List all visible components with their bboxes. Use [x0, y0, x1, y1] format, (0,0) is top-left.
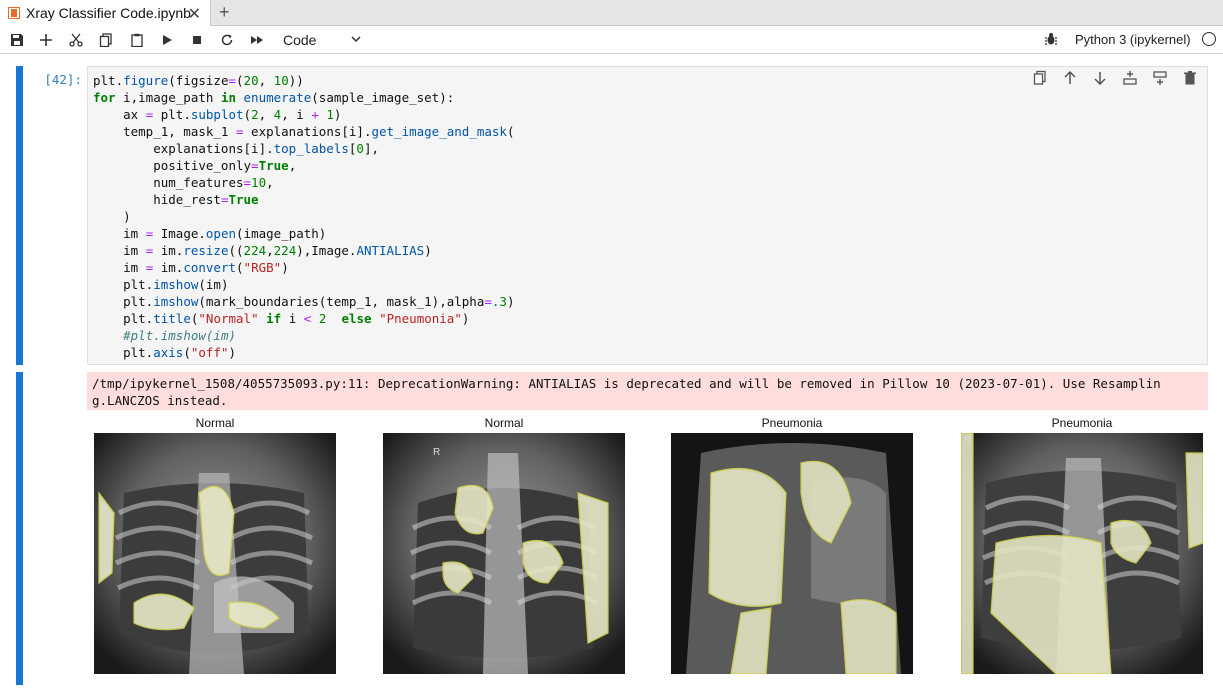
- xray-graphic: R: [94, 433, 336, 674]
- xray-image: R: [961, 433, 1203, 674]
- xray-image: R: [94, 433, 336, 674]
- save-icon: [11, 34, 23, 46]
- trash-icon: [1184, 71, 1196, 85]
- cell-type-select[interactable]: Code: [283, 30, 363, 50]
- image-marker: R: [964, 435, 971, 446]
- bug-icon[interactable]: [1044, 32, 1058, 46]
- code-line: ): [93, 209, 131, 224]
- cut-button[interactable]: [67, 31, 85, 49]
- insert-cell-button[interactable]: [37, 31, 55, 49]
- code-line: ax = plt.subplot(2, 4, i + 1): [93, 107, 342, 122]
- active-cell-indicator: [16, 66, 23, 365]
- fast-forward-icon: [251, 36, 263, 44]
- notebook-icon: [8, 7, 20, 19]
- close-icon[interactable]: ✕: [188, 4, 201, 24]
- image-marker: R: [101, 503, 108, 514]
- code-line: for i,image_path in enumerate(sample_ima…: [93, 90, 455, 105]
- code-line: im = im.resize((224,224),Image.ANTIALIAS…: [93, 243, 432, 258]
- copy-button[interactable]: [97, 31, 115, 49]
- deprecation-warning: /tmp/ipykernel_1508/4055735093.py:11: De…: [87, 372, 1208, 410]
- code-line: im = Image.open(image_path): [93, 226, 327, 241]
- paste-button[interactable]: [128, 31, 146, 49]
- insert-above-button[interactable]: [1122, 70, 1140, 88]
- kernel-name[interactable]: Python 3 (ipykernel): [1075, 32, 1191, 47]
- code-line: im = im.convert("RGB"): [93, 260, 289, 275]
- play-icon: [163, 35, 172, 45]
- move-up-button[interactable]: [1062, 70, 1080, 88]
- chevron-down-icon: [351, 36, 361, 43]
- arrow-up-icon: [1064, 70, 1076, 84]
- tab-bar: Xray Classifier Code.ipynb ✕ +: [0, 0, 1223, 26]
- run-button[interactable]: [158, 31, 176, 49]
- delete-cell-button[interactable]: [1182, 70, 1200, 88]
- xray-graphic: R: [961, 433, 1203, 674]
- stop-icon: [193, 36, 201, 44]
- code-line: plt.axis("off"): [93, 345, 237, 360]
- code-line: temp_1, mask_1 = explanations[i].get_ima…: [93, 124, 515, 139]
- code-line: positive_only=True,: [93, 158, 297, 173]
- save-button[interactable]: [8, 31, 26, 49]
- image-title: Pneumonia: [1051, 416, 1113, 430]
- insert-below-icon: [1153, 71, 1167, 85]
- code-line: plt.imshow(im): [93, 277, 229, 292]
- execution-count: [42]:: [44, 72, 82, 87]
- xray-graphic: [671, 433, 913, 674]
- code-editor[interactable]: plt.figure(figsize=(20, 10)) for i,image_…: [87, 66, 1208, 365]
- xray-graphic: R: [383, 433, 625, 674]
- interrupt-button[interactable]: [188, 31, 206, 49]
- insert-above-icon: [1123, 71, 1137, 85]
- move-down-button[interactable]: [1092, 70, 1110, 88]
- image-title: Normal: [484, 416, 524, 430]
- code-line: plt.imshow(mark_boundaries(temp_1, mask_…: [93, 294, 515, 309]
- kernel-status-icon: [1202, 32, 1216, 46]
- restart-run-all-button[interactable]: [248, 31, 266, 49]
- xray-image: [671, 433, 913, 674]
- arrow-down-icon: [1094, 72, 1106, 86]
- new-tab-button[interactable]: +: [219, 2, 230, 23]
- code-line: explanations[i].top_labels[0],: [93, 141, 380, 156]
- code-line: plt.figure(figsize=(20, 10)): [93, 73, 304, 88]
- code-line: num_features=10,: [93, 175, 274, 190]
- scissors-icon: [69, 33, 83, 47]
- notebook-tab[interactable]: Xray Classifier Code.ipynb ✕: [0, 0, 211, 26]
- restart-button[interactable]: [218, 31, 236, 49]
- code-content: plt.figure(figsize=(20, 10)) for i,image_…: [93, 72, 514, 361]
- image-title: Pneumonia: [761, 416, 823, 430]
- insert-below-button[interactable]: [1152, 70, 1170, 88]
- notebook-toolbar: Code Python 3 (ipykernel): [0, 26, 1223, 54]
- output-cell-indicator: [16, 372, 23, 685]
- code-line: plt.title("Normal" if i < 2 else "Pneumo…: [93, 311, 470, 326]
- image-title: Normal: [195, 416, 235, 430]
- image-marker: R: [433, 447, 440, 458]
- code-line: hide_rest=True: [93, 192, 259, 207]
- xray-image: R: [383, 433, 625, 674]
- tab-title: Xray Classifier Code.ipynb: [26, 5, 191, 21]
- duplicate-cell-button[interactable]: [1032, 70, 1050, 88]
- cell-type-value: Code: [283, 32, 317, 48]
- restart-icon: [221, 34, 233, 46]
- copy-icon: [99, 33, 112, 47]
- clipboard-icon: [131, 33, 143, 47]
- duplicate-icon: [1033, 70, 1046, 85]
- code-line: #plt.imshow(im): [123, 328, 236, 343]
- plus-icon: [40, 34, 52, 46]
